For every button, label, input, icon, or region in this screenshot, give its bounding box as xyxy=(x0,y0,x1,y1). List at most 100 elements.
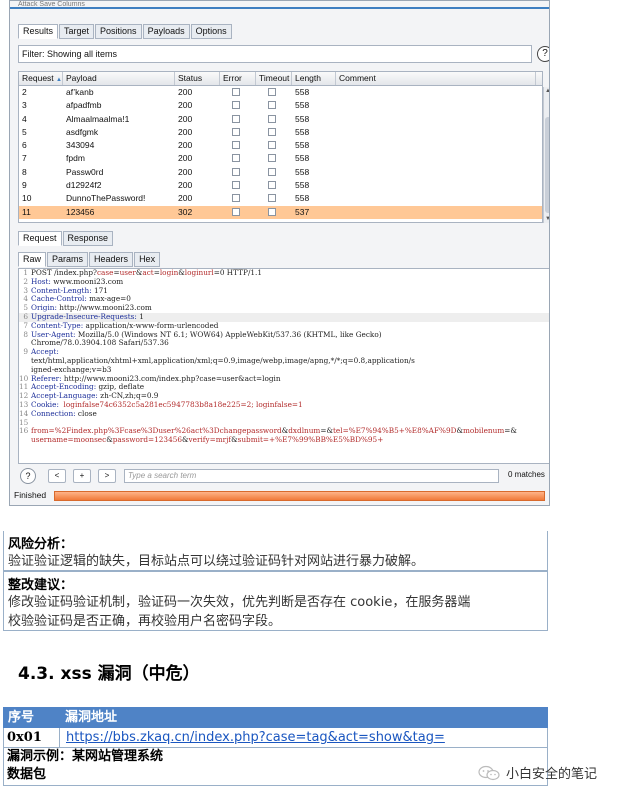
line-segment: Accept: xyxy=(31,347,59,357)
results-scrollbar[interactable]: ▲ ▼ xyxy=(543,87,549,223)
search-help-icon[interactable]: ? xyxy=(20,468,36,484)
filter-bar[interactable]: Filter: Showing all items xyxy=(18,45,532,63)
line-segment: text/html,application/xhtml+xml,applicat… xyxy=(31,355,415,365)
error-checkbox[interactable] xyxy=(232,127,240,136)
results-tabs: Results Target Positions Payloads Option… xyxy=(18,24,232,39)
error-checkbox[interactable] xyxy=(232,88,240,96)
add-search-button[interactable]: + xyxy=(73,469,91,483)
col-error[interactable]: Error xyxy=(220,72,256,85)
cell-error xyxy=(220,86,256,99)
error-checkbox[interactable] xyxy=(232,154,240,163)
tab-params[interactable]: Params xyxy=(47,252,89,267)
vuln-col-id: 序号 xyxy=(8,710,35,725)
cell-error xyxy=(220,126,256,139)
error-checkbox[interactable] xyxy=(232,101,240,110)
timeout-checkbox[interactable] xyxy=(268,88,276,96)
cell-comment xyxy=(336,166,536,179)
error-checkbox[interactable] xyxy=(232,141,240,150)
line-segment: loginurl xyxy=(184,268,214,277)
tab-headers[interactable]: Headers xyxy=(89,252,134,267)
raw-request-editor[interactable]: 1 POST /index.php?case=user&act=login&log… xyxy=(18,268,549,464)
vuln-table-header: 序号 漏洞地址 xyxy=(3,707,548,728)
view-tabs: Raw Params Headers Hex xyxy=(18,252,161,267)
line-segment: from xyxy=(31,426,49,436)
cell-status: 200 xyxy=(178,113,193,124)
request-line: 14 Connection: close xyxy=(19,409,549,419)
error-checkbox[interactable] xyxy=(232,114,240,123)
tab-request[interactable]: Request xyxy=(18,231,62,246)
error-checkbox[interactable] xyxy=(232,167,240,176)
timeout-checkbox[interactable] xyxy=(268,154,276,163)
table-row[interactable]: 8 Passw0rd 200 558 xyxy=(19,166,542,179)
tab-results[interactable]: Results xyxy=(18,24,59,39)
tab-hex[interactable]: Hex xyxy=(134,252,161,267)
vuln-example-row: 漏洞示例：某网站管理系统 数据包 xyxy=(3,748,548,786)
tab-target[interactable]: Target xyxy=(59,24,95,39)
timeout-checkbox[interactable] xyxy=(268,207,276,216)
col-payload[interactable]: Payload xyxy=(63,72,175,85)
search-input[interactable]: Type a search term xyxy=(124,469,499,483)
table-row[interactable]: 10 DunnoThePassword! 200 558 xyxy=(19,192,542,205)
line-segment: Content-Type: xyxy=(31,320,86,330)
col-timeout[interactable]: Timeout xyxy=(256,72,292,85)
tab-payloads[interactable]: Payloads xyxy=(142,24,190,39)
line-segment: Chrome/78.0.3904.108 Safari/537.36 xyxy=(31,338,169,348)
timeout-checkbox[interactable] xyxy=(268,167,276,176)
scroll-down-icon[interactable]: ▼ xyxy=(544,216,549,222)
line-segment: loginfalse74c6352c5a281ec5947783b8a18e22… xyxy=(61,399,303,409)
col-length[interactable]: Length xyxy=(292,72,336,85)
tab-response[interactable]: Response xyxy=(62,231,114,246)
prev-match-button[interactable]: < xyxy=(48,469,66,483)
line-number xyxy=(19,436,31,445)
line-segment: user xyxy=(119,268,136,277)
cell-status: 200 xyxy=(178,140,193,151)
line-segment: =moonsec xyxy=(67,435,107,445)
error-checkbox[interactable] xyxy=(232,207,240,216)
cell-payload: af’kanb xyxy=(66,87,94,97)
tab-raw[interactable]: Raw xyxy=(18,252,47,267)
table-row[interactable]: 7 fpdm 200 558 xyxy=(19,152,542,165)
col-status[interactable]: Status xyxy=(175,72,220,85)
table-row[interactable]: 2 af’kanb 200 558 xyxy=(19,86,542,99)
cell-comment xyxy=(336,179,536,192)
timeout-checkbox[interactable] xyxy=(268,141,276,150)
tab-positions[interactable]: Positions xyxy=(95,24,142,39)
help-icon[interactable]: ? xyxy=(537,46,549,62)
vuln-url-link[interactable]: https://bbs.zkaq.cn/index.php?case=tag&a… xyxy=(60,728,445,747)
col-comment[interactable]: Comment xyxy=(336,72,536,85)
status-text: Finished xyxy=(14,490,47,500)
cell-status: 200 xyxy=(178,180,193,191)
cell-error xyxy=(220,152,256,165)
table-row[interactable]: 6 343094 200 558 xyxy=(19,139,542,152)
timeout-checkbox[interactable] xyxy=(268,127,276,136)
timeout-checkbox[interactable] xyxy=(268,181,276,190)
line-segment: login xyxy=(159,268,179,277)
next-match-button[interactable]: > xyxy=(98,469,116,483)
cell-request: 11 xyxy=(22,206,31,217)
cell-status: 302 xyxy=(178,206,193,217)
col-request[interactable]: Request ▲ xyxy=(19,72,63,85)
table-row[interactable]: 5 asdfgmk 200 558 xyxy=(19,126,542,139)
table-row[interactable]: 4 Almaalmaalma!1 200 558 xyxy=(19,113,542,126)
line-segment: Content-Length: xyxy=(31,285,94,295)
line-segment: application/x-www-form-urlencoded xyxy=(85,320,219,330)
table-row[interactable]: 3 afpadfmb 200 558 xyxy=(19,99,542,112)
cell-payload: 343094 xyxy=(66,140,95,151)
timeout-checkbox[interactable] xyxy=(268,114,276,123)
results-table: Request ▲ Payload Status Error Timeout L… xyxy=(18,71,543,223)
cell-timeout xyxy=(256,113,292,126)
line-segment: =+%E7%99%BB%E5%BD%95+ xyxy=(262,435,384,445)
error-checkbox[interactable] xyxy=(232,181,240,190)
tab-options[interactable]: Options xyxy=(190,24,232,39)
cell-timeout xyxy=(256,206,292,219)
table-row[interactable]: 11 123456 302 537 xyxy=(19,205,542,219)
timeout-checkbox[interactable] xyxy=(268,101,276,110)
line-number xyxy=(19,357,31,366)
line-segment: www.mooni23.com xyxy=(53,276,124,286)
error-checkbox[interactable] xyxy=(232,194,240,203)
vuln-example-label: 漏洞示例：某网站管理系统 xyxy=(7,749,164,764)
timeout-checkbox[interactable] xyxy=(268,194,276,203)
scroll-up-icon[interactable]: ▲ xyxy=(544,88,549,94)
table-row[interactable]: 9 d12924f2 200 558 xyxy=(19,179,542,192)
scroll-thumb[interactable] xyxy=(545,117,549,213)
